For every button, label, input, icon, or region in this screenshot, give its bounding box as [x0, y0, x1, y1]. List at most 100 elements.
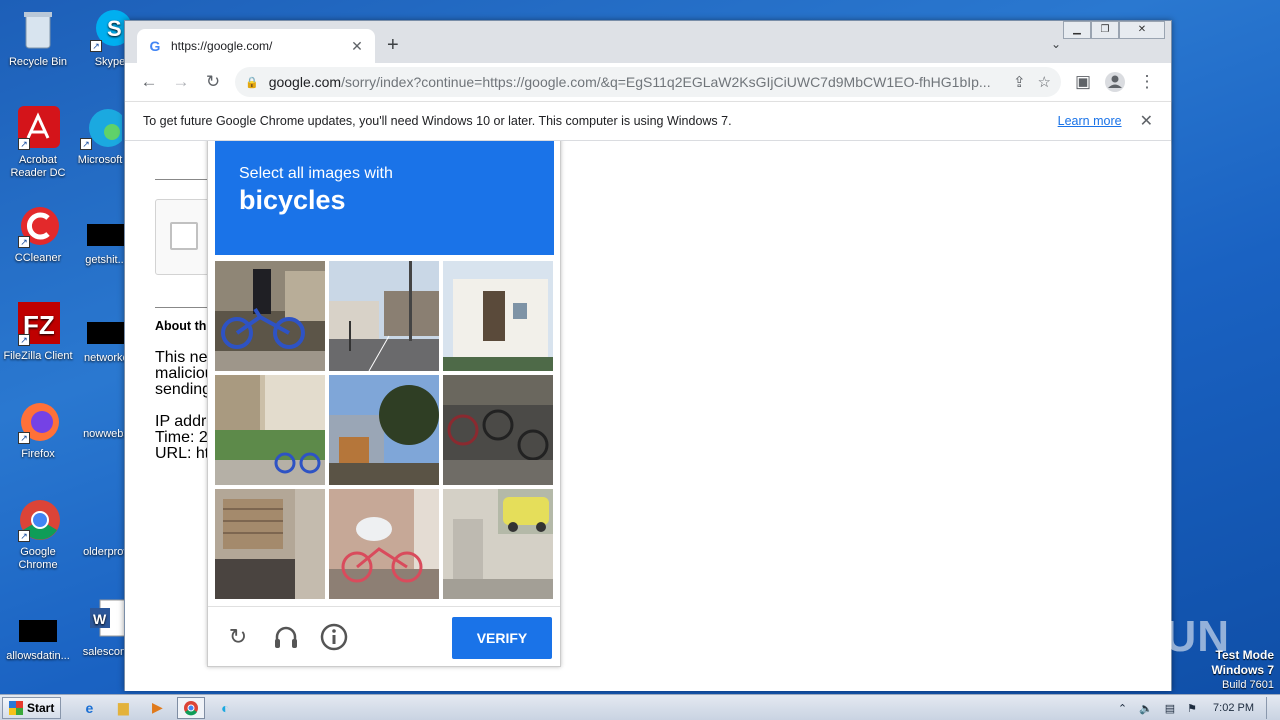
captcha-tile[interactable]	[443, 489, 553, 599]
word-icon: W	[84, 598, 128, 642]
windows-logo-icon	[9, 700, 23, 715]
system-tray: ⌃ 🔈 ▤ ⚑ 7:02 PM	[1112, 695, 1280, 720]
chrome-window: G https://google.com/ ✕ + ⌄ ▁ ❐ ✕ ← → ↻ …	[124, 20, 1172, 691]
about-heading: About th	[155, 319, 207, 333]
redacted-icon	[87, 322, 125, 344]
captcha-tile[interactable]	[443, 375, 553, 485]
minimize-button[interactable]: ▁	[1063, 21, 1091, 39]
reload-button[interactable]: ↻	[197, 66, 229, 98]
desktop-icon-label: CCleaner	[14, 252, 62, 264]
divider	[155, 179, 215, 180]
network-icon[interactable]: ▤	[1165, 702, 1175, 715]
desktop-icon-label: Recycle Bin	[8, 56, 68, 68]
learn-more-link[interactable]: Learn more	[1058, 114, 1122, 128]
side-panel-icon[interactable]: ▣	[1067, 66, 1099, 98]
anyrun-watermark: ANY RUN	[1023, 612, 1230, 661]
title-bar: G https://google.com/ ✕ + ⌄ ▁ ❐ ✕	[125, 21, 1171, 63]
edge-taskbar-icon[interactable]: ◐	[211, 697, 239, 719]
captcha-tile[interactable]	[329, 375, 439, 485]
challenge-instruction: Select all images with	[239, 165, 393, 182]
restore-button[interactable]: ❐	[1091, 21, 1119, 39]
recaptcha-checkbox[interactable]	[170, 222, 198, 250]
share-icon[interactable]: ⇪	[1013, 73, 1026, 91]
desktop-icon-label: nowwebs	[83, 428, 129, 440]
desktop-icon-label: getshit...	[85, 254, 127, 266]
address-bar[interactable]: 🔒 google.com /sorry/index?continue=https…	[235, 67, 1061, 97]
desktop-icon-label: networkc	[83, 352, 129, 364]
test-mode-line: Test Mode	[1215, 648, 1274, 662]
edge-icon: ↗	[78, 106, 127, 150]
bookmark-star-icon[interactable]: ☆	[1038, 73, 1051, 91]
desktop-icon-firefox[interactable]: ↗ Firefox	[0, 400, 76, 461]
challenge-header: Select all images with bicycles	[215, 141, 554, 255]
desktop-icon-file[interactable]: allowsdatin...	[0, 608, 76, 663]
recycle-bin-icon	[16, 8, 60, 52]
image-grid	[215, 261, 554, 599]
desktop-icon-filezilla[interactable]: FZ ↗ FileZilla Client	[0, 302, 76, 363]
clock[interactable]: 7:02 PM	[1213, 702, 1254, 714]
challenge-target: bicycles	[239, 185, 346, 215]
captcha-tile[interactable]	[329, 261, 439, 371]
desktop-icon-label: FileZilla Client	[3, 350, 73, 362]
acrobat-icon: ↗	[16, 106, 60, 150]
captcha-tile[interactable]	[215, 489, 325, 599]
action-center-flag-icon[interactable]: ⚑	[1187, 702, 1197, 715]
svg-text:S: S	[107, 16, 122, 41]
reload-challenge-icon[interactable]: ↻	[224, 623, 252, 651]
forward-button[interactable]: →	[165, 66, 197, 98]
verify-button[interactable]: VERIFY	[452, 617, 552, 659]
taskbar: Start e ▆ ▶ ◐ ⌃ 🔈 ▤ ⚑ 7:02 PM	[0, 694, 1280, 720]
tab-close-icon[interactable]: ✕	[349, 38, 365, 55]
volume-icon[interactable]: 🔈	[1139, 702, 1153, 715]
build-line: Build 7601	[1222, 679, 1274, 691]
chrome-icon: ↗	[16, 498, 60, 542]
close-window-button[interactable]: ✕	[1119, 21, 1165, 39]
desktop-icon-ccleaner[interactable]: ↗ CCleaner	[0, 204, 76, 265]
menu-kebab-icon[interactable]: ⋮	[1131, 66, 1163, 98]
new-tab-button[interactable]: +	[387, 35, 399, 55]
infobar-message: To get future Google Chrome updates, you…	[143, 114, 732, 128]
update-infobar: To get future Google Chrome updates, you…	[125, 101, 1171, 141]
desktop-icon-label: olderprov	[83, 546, 129, 558]
captcha-tile[interactable]	[329, 489, 439, 599]
recaptcha-challenge: Select all images with bicycles ↻ VERIFY	[207, 141, 561, 667]
media-player-icon[interactable]: ▶	[143, 697, 171, 719]
info-icon[interactable]	[320, 623, 348, 651]
audio-challenge-headphones-icon[interactable]	[272, 623, 300, 651]
captcha-tile[interactable]	[215, 261, 325, 371]
windows-version-line: Windows 7	[1211, 663, 1274, 677]
infobar-close-icon[interactable]: ✕	[1140, 111, 1153, 131]
show-desktop-button[interactable]	[1266, 697, 1280, 719]
divider	[155, 307, 215, 308]
window-controls: ▁ ❐ ✕	[1063, 21, 1165, 39]
tray-expand-icon[interactable]: ⌃	[1118, 702, 1127, 715]
chrome-taskbar-icon[interactable]	[177, 696, 206, 719]
desktop-icon-label: salescont	[82, 646, 130, 658]
desktop-icon-recycle-bin[interactable]: Recycle Bin	[0, 8, 76, 69]
profile-avatar-icon[interactable]	[1099, 66, 1131, 98]
explorer-folder-icon[interactable]: ▆	[109, 697, 137, 719]
ccleaner-icon: ↗	[16, 204, 60, 248]
desktop-icon-chrome[interactable]: ↗ Google Chrome	[0, 498, 76, 572]
desktop-icon-label: Microsoft	[77, 154, 123, 166]
captcha-tile[interactable]	[443, 261, 553, 371]
test-mode-notice: Test Mode Windows 7 Build 7601	[1211, 648, 1274, 693]
url-host: google.com	[268, 74, 342, 90]
lock-icon[interactable]: 🔒	[245, 76, 259, 89]
tab-search-chevron-icon[interactable]: ⌄	[1051, 37, 1061, 51]
desktop-icon-label: Google Chrome	[18, 546, 58, 571]
browser-toolbar: ← → ↻ 🔒 google.com /sorry/index?continue…	[125, 63, 1171, 101]
desktop-icon-label: allowsdatin...	[6, 650, 70, 662]
redacted-icon	[87, 224, 125, 246]
back-button[interactable]: ←	[133, 66, 165, 98]
desktop-icon-label: Acrobat Reader DC	[10, 154, 66, 179]
url-path: /sorry/index?continue=https://google.com…	[341, 74, 991, 90]
start-button[interactable]: Start	[2, 696, 62, 719]
desktop-icon-label: Skype	[94, 56, 126, 68]
browser-tab[interactable]: G https://google.com/ ✕	[137, 29, 375, 63]
redacted-icon	[19, 620, 57, 642]
recaptcha-anchor	[155, 199, 215, 275]
internet-explorer-icon[interactable]: e	[75, 697, 103, 719]
captcha-tile[interactable]	[215, 375, 325, 485]
firefox-icon: ↗	[16, 400, 60, 444]
